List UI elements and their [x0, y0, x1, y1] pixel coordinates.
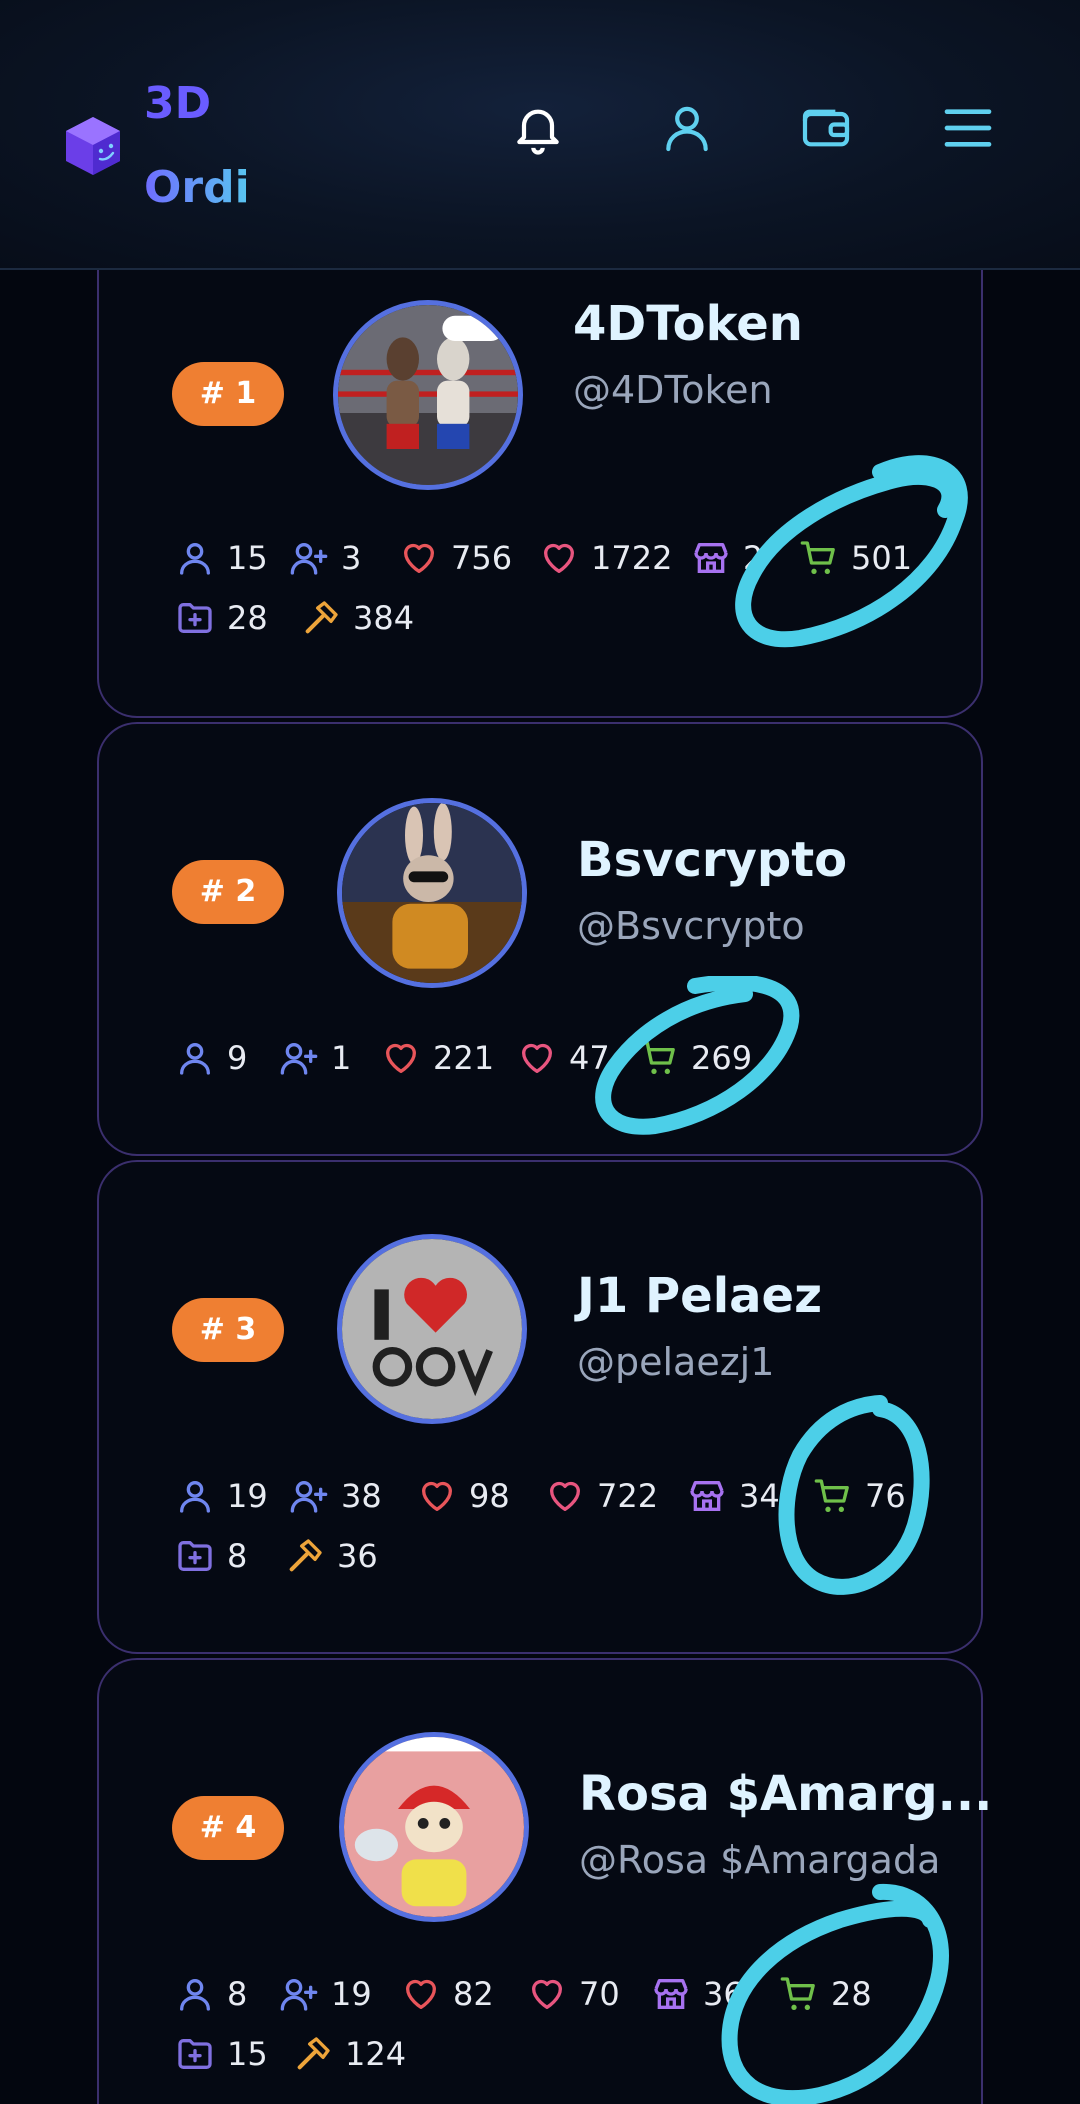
user-icon	[175, 1476, 215, 1516]
following-stat: 1	[279, 1038, 351, 1078]
app-logo[interactable]: 3D Ordi	[60, 62, 250, 230]
following-stat: 38	[289, 1476, 382, 1516]
store-icon	[651, 1974, 691, 2014]
user-plus-icon	[279, 1974, 319, 2014]
following-stat: 19	[279, 1974, 372, 2014]
leaderboard-card[interactable]: # 2 Bsvcrypto @Bsvcrypto 9 1 221 47 269	[97, 722, 983, 1156]
logo-text-line2: Ordi	[144, 146, 250, 230]
user-handle: @4DToken	[573, 368, 773, 412]
store-icon	[691, 538, 731, 578]
followers-stat: 9	[175, 1038, 247, 1078]
likes-received-stat: 722	[545, 1476, 658, 1516]
sales-stat: 269	[639, 1038, 752, 1078]
user-name: Rosa $Amarg...	[579, 1766, 993, 1822]
heart-icon	[517, 1038, 557, 1078]
user-handle: @Bsvcrypto	[577, 904, 805, 948]
following-stat: 3	[289, 538, 361, 578]
user-handle: @pelaezj1	[577, 1340, 775, 1384]
sales-stat: 76	[813, 1476, 906, 1516]
cart-icon	[813, 1476, 853, 1516]
heart-icon	[399, 538, 439, 578]
avatar[interactable]	[337, 1234, 527, 1424]
stores-stat: 34	[687, 1476, 787, 1516]
heart-icon	[401, 1974, 441, 2014]
heart-icon	[545, 1476, 585, 1516]
cart-icon	[779, 1974, 819, 2014]
user-plus-icon	[289, 538, 329, 578]
collections-stat: 28	[175, 598, 268, 638]
stores-stat: 2	[691, 538, 763, 578]
folder-plus-icon	[175, 2034, 215, 2074]
likes-received-stat: 70	[527, 1974, 620, 2014]
user-icon	[175, 538, 215, 578]
collections-stat: 15	[175, 2034, 268, 2074]
avatar[interactable]	[333, 300, 523, 490]
avatar[interactable]	[339, 1732, 529, 1922]
hammer-icon	[301, 598, 341, 638]
stores-stat: 36	[651, 1974, 743, 2014]
followers-stat: 8	[175, 1974, 247, 2014]
sales-stat: 28	[779, 1974, 872, 2014]
hammer-icon	[293, 2034, 333, 2074]
user-icon	[175, 1038, 215, 1078]
menu-icon[interactable]	[940, 100, 996, 156]
user-name: Bsvcrypto	[577, 832, 848, 888]
cart-icon	[799, 538, 839, 578]
rank-badge: # 1	[172, 362, 284, 426]
heart-icon	[417, 1476, 457, 1516]
user-icon	[175, 1974, 215, 2014]
likes-given-stat: 756	[399, 538, 512, 578]
leaderboard-card[interactable]: # 3 J1 Pelaez @pelaezj1 19 38 98 722 34 …	[97, 1160, 983, 1654]
followers-stat: 19	[175, 1476, 268, 1516]
folder-plus-icon	[175, 598, 215, 638]
collections-stat: 8	[175, 1536, 247, 1576]
heart-icon	[539, 538, 579, 578]
cart-icon	[639, 1038, 679, 1078]
cube-logo-icon	[66, 117, 120, 175]
hammer-icon	[285, 1536, 325, 1576]
likes-received-stat: 47	[517, 1038, 617, 1078]
bell-icon[interactable]	[510, 100, 566, 156]
rank-badge: # 2	[172, 860, 284, 924]
user-plus-icon	[289, 1476, 329, 1516]
heart-icon	[381, 1038, 421, 1078]
heart-icon	[527, 1974, 567, 2014]
logo-text-line1: 3D	[144, 78, 212, 129]
app-header: 3D Ordi	[0, 0, 1080, 270]
user-name: 4DToken	[573, 296, 803, 352]
followers-stat: 15	[175, 538, 268, 578]
likes-given-stat: 98	[417, 1476, 510, 1516]
rank-badge: # 3	[172, 1298, 284, 1362]
wallet-icon[interactable]	[798, 100, 854, 156]
likes-received-stat: 1722	[539, 538, 672, 578]
likes-given-stat: 221	[381, 1038, 494, 1078]
likes-given-stat: 82	[401, 1974, 494, 2014]
user-plus-icon	[279, 1038, 319, 1078]
rank-badge: # 4	[172, 1796, 284, 1860]
user-handle: @Rosa $Amargada	[579, 1838, 941, 1882]
leaderboard-card[interactable]: # 4 Rosa $Amarg... @Rosa $Amargada 8 19 …	[97, 1658, 992, 2104]
sales-stat: 501	[799, 538, 912, 578]
user-name: J1 Pelaez	[577, 1268, 823, 1324]
avatar[interactable]	[337, 798, 527, 988]
folder-plus-icon	[175, 1536, 215, 1576]
mints-stat: 36	[285, 1536, 378, 1576]
leaderboard-card[interactable]: # 1 4DToken @4DToken 15 3 756 1722 2 501…	[97, 230, 983, 718]
mints-stat: 384	[301, 598, 414, 638]
store-icon	[687, 1476, 727, 1516]
user-icon[interactable]	[659, 100, 715, 156]
mints-stat: 124	[293, 2034, 406, 2074]
